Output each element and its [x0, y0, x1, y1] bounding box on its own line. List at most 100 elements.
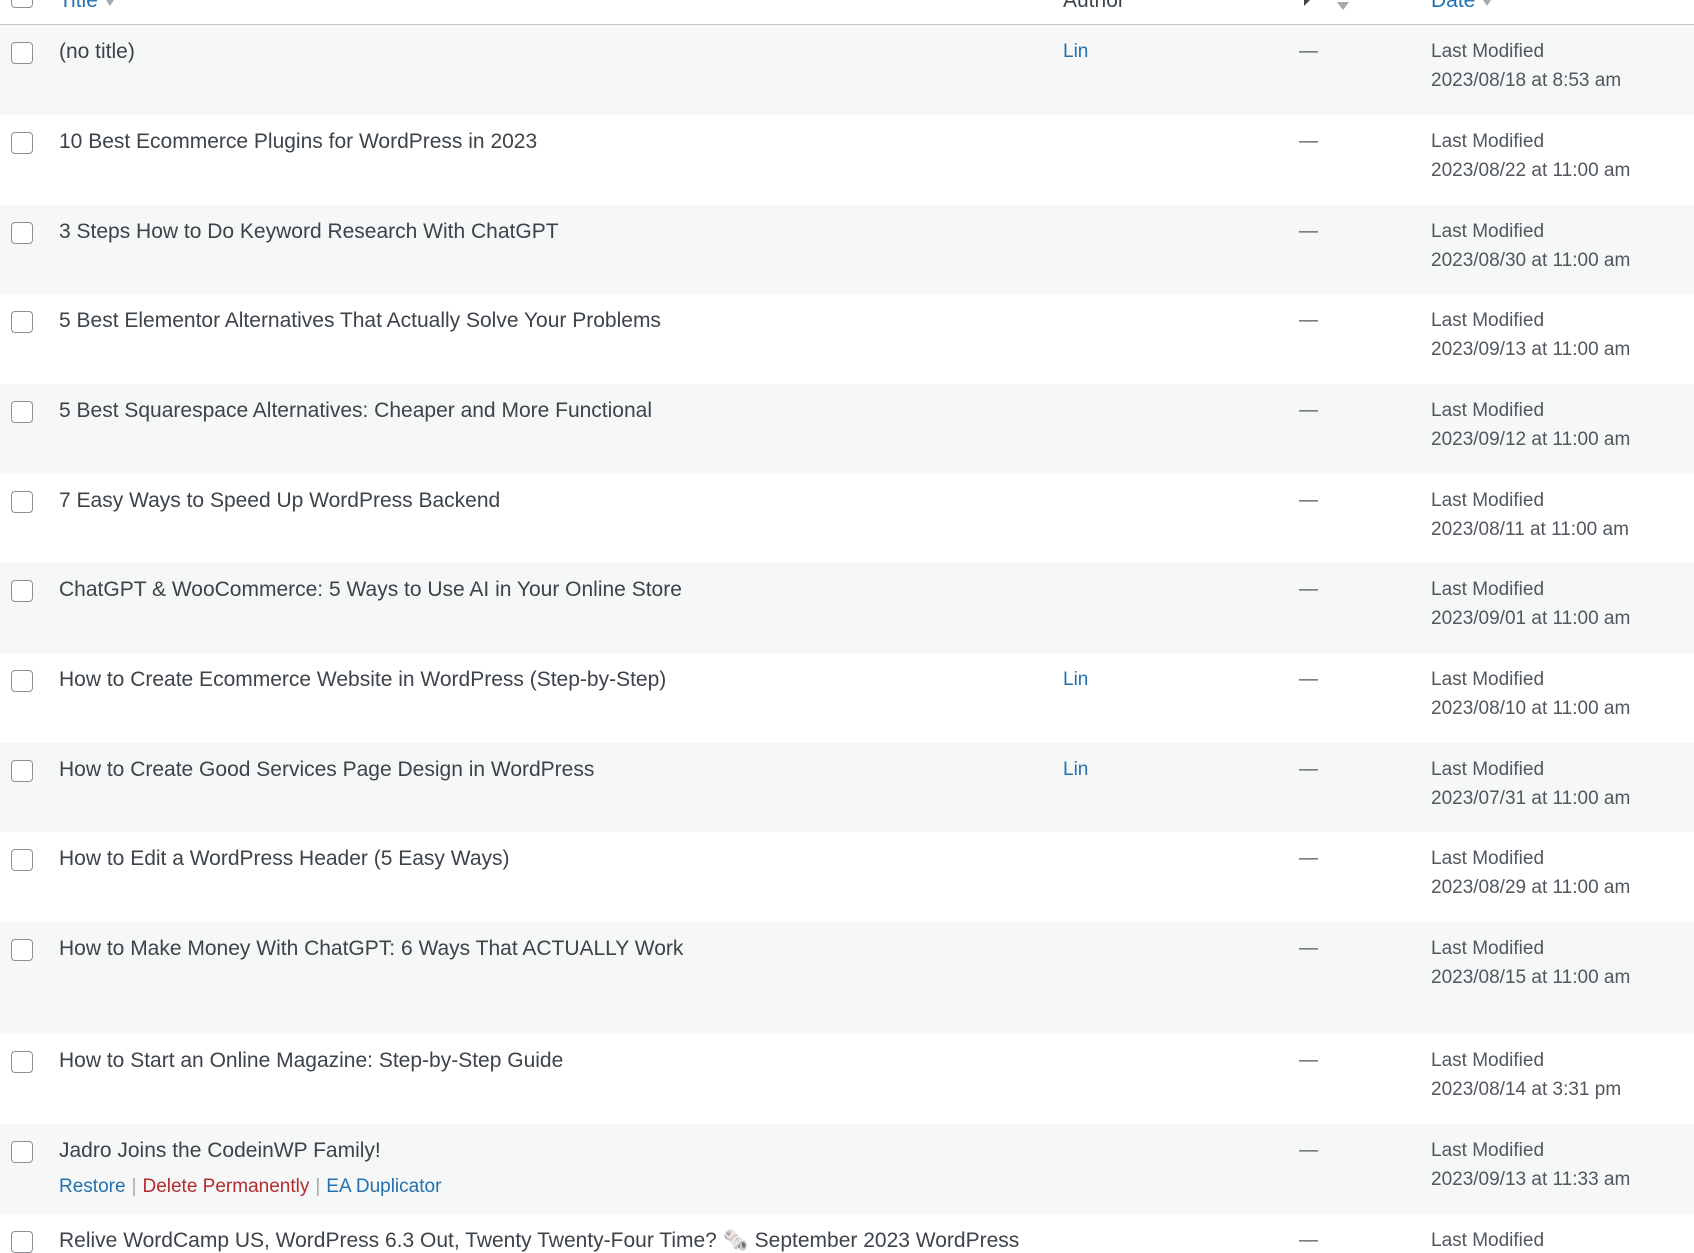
date-status: Last Modified: [1431, 759, 1545, 780]
date-status: Last Modified: [1431, 310, 1545, 331]
date-status: Last Modified: [1431, 221, 1545, 242]
table-row: How to Create Good Services Page Design …: [0, 743, 1694, 832]
row-checkbox[interactable]: [11, 670, 33, 692]
table-row: How to Make Money With ChatGPT: 6 Ways T…: [0, 922, 1694, 1034]
comments-count: —: [1299, 400, 1318, 421]
table-row: Relive WordCamp US, WordPress 6.3 Out, T…: [0, 1214, 1694, 1253]
title-column-header[interactable]: Title: [59, 0, 116, 13]
comments-count: —: [1299, 490, 1318, 511]
date-value: 2023/09/13 at 11:33 am: [1431, 1169, 1631, 1190]
posts-table: Title Author Date: [0, 0, 1694, 25]
comments-count: —: [1299, 1230, 1318, 1251]
date-sort-arrow-icon[interactable]: [1481, 0, 1494, 6]
date-status: Last Modified: [1431, 490, 1545, 511]
row-checkbox[interactable]: [11, 1051, 33, 1073]
table-row: 10 Best Ecommerce Plugins for WordPress …: [0, 115, 1694, 205]
row-checkbox[interactable]: [11, 760, 33, 782]
post-title-link[interactable]: (no title): [59, 40, 135, 64]
table-row: Jadro Joins the CodeinWP Family! Restore…: [0, 1124, 1694, 1214]
date-value: 2023/09/12 at 11:00 am: [1431, 429, 1631, 450]
table-row: (no title) Lin — Last Modified 2023/08/1…: [0, 25, 1694, 115]
row-checkbox[interactable]: [11, 939, 33, 961]
date-status: Last Modified: [1431, 938, 1545, 959]
restore-link[interactable]: Restore: [59, 1176, 126, 1197]
date-value: 2023/08/30 at 11:00 am: [1431, 250, 1631, 271]
comments-count: —: [1299, 310, 1318, 331]
table-row: How to Create Ecommerce Website in WordP…: [0, 653, 1694, 743]
date-value: 2023/08/11 at 11:00 am: [1431, 519, 1629, 540]
post-title-link[interactable]: 7 Easy Ways to Speed Up WordPress Backen…: [59, 489, 500, 513]
comments-count: —: [1299, 669, 1318, 690]
row-checkbox[interactable]: [11, 580, 33, 602]
sort-arrow-icon[interactable]: [103, 0, 116, 6]
post-title-link[interactable]: 3 Steps How to Do Keyword Research With …: [59, 220, 559, 244]
row-checkbox[interactable]: [11, 222, 33, 244]
date-status: Last Modified: [1431, 579, 1545, 600]
row-checkbox[interactable]: [11, 42, 33, 64]
table-row: 5 Best Squarespace Alternatives: Cheaper…: [0, 384, 1694, 474]
author-link[interactable]: Lin: [1063, 669, 1088, 691]
post-title-link[interactable]: 10 Best Ecommerce Plugins for WordPress …: [59, 130, 537, 154]
comments-count: —: [1299, 848, 1318, 869]
table-row: 3 Steps How to Do Keyword Research With …: [0, 205, 1694, 294]
row-checkbox[interactable]: [11, 1231, 33, 1253]
comments-count: —: [1299, 1050, 1318, 1071]
date-value: 2023/08/29 at 11:00 am: [1431, 877, 1631, 898]
date-value: 2023/08/18 at 8:53 am: [1431, 70, 1622, 91]
author-link[interactable]: Lin: [1063, 759, 1088, 781]
row-checkbox[interactable]: [11, 311, 33, 333]
row-checkbox[interactable]: [11, 849, 33, 871]
comments-count: —: [1299, 759, 1318, 780]
date-status: Last Modified: [1431, 1050, 1545, 1071]
date-value: 2023/09/01 at 11:00 am: [1431, 608, 1631, 629]
post-title-link[interactable]: How to Edit a WordPress Header (5 Easy W…: [59, 847, 510, 871]
comments-count: —: [1299, 221, 1318, 242]
comments-count: —: [1299, 1140, 1318, 1161]
comments-sort-arrow-icon[interactable]: [1336, 1, 1350, 11]
comments-count: —: [1299, 579, 1318, 600]
date-column-header[interactable]: Date: [1431, 0, 1494, 13]
date-value: 2023/08/14 at 3:31 pm: [1431, 1079, 1622, 1100]
date-status: Last Modified: [1431, 1230, 1545, 1251]
row-actions: Restore | Delete Permanently | EA Duplicator: [59, 1176, 441, 1198]
date-column-label[interactable]: Date: [1431, 0, 1475, 12]
action-separator: |: [315, 1176, 321, 1197]
date-status: Last Modified: [1431, 400, 1545, 421]
date-value: 2023/08/22 at 11:00 am: [1431, 160, 1631, 181]
comments-count: —: [1299, 41, 1318, 62]
table-row: 7 Easy Ways to Speed Up WordPress Backen…: [0, 474, 1694, 563]
row-checkbox[interactable]: [11, 491, 33, 513]
title-column-label[interactable]: Title: [59, 0, 98, 12]
row-checkbox[interactable]: [11, 1141, 33, 1163]
table-row: 5 Best Elementor Alternatives That Actua…: [0, 294, 1694, 384]
post-title-link[interactable]: Jadro Joins the CodeinWP Family!: [59, 1139, 381, 1163]
post-title-link[interactable]: How to Make Money With ChatGPT: 6 Ways T…: [59, 937, 683, 961]
post-title-link[interactable]: How to Create Ecommerce Website in WordP…: [59, 668, 666, 692]
date-status: Last Modified: [1431, 41, 1545, 62]
author-column-header: Author: [1063, 0, 1125, 12]
post-title-link[interactable]: How to Start an Online Magazine: Step-by…: [59, 1049, 563, 1073]
date-status: Last Modified: [1431, 848, 1545, 869]
delete-permanently-link[interactable]: Delete Permanently: [142, 1176, 309, 1197]
table-row: How to Start an Online Magazine: Step-by…: [0, 1034, 1694, 1124]
date-status: Last Modified: [1431, 669, 1545, 690]
row-checkbox[interactable]: [11, 132, 33, 154]
table-header: Title Author Date: [0, 0, 1694, 25]
select-all-checkbox[interactable]: [11, 0, 33, 8]
author-link[interactable]: Lin: [1063, 41, 1088, 63]
comment-bubble-icon[interactable]: [1300, 0, 1324, 8]
comments-count: —: [1299, 131, 1318, 152]
table-row: How to Edit a WordPress Header (5 Easy W…: [0, 832, 1694, 922]
date-value: 2023/08/10 at 11:00 am: [1431, 698, 1631, 719]
comments-count: —: [1299, 938, 1318, 959]
ea-duplicator-link[interactable]: EA Duplicator: [326, 1176, 441, 1197]
date-value: 2023/07/31 at 11:00 am: [1431, 788, 1631, 809]
post-title-link[interactable]: Relive WordCamp US, WordPress 6.3 Out, T…: [59, 1229, 1019, 1253]
post-title-link[interactable]: 5 Best Squarespace Alternatives: Cheaper…: [59, 399, 652, 423]
post-title-link[interactable]: How to Create Good Services Page Design …: [59, 758, 594, 782]
table-row: ChatGPT & WooCommerce: 5 Ways to Use AI …: [0, 563, 1694, 653]
row-checkbox[interactable]: [11, 401, 33, 423]
post-title-link[interactable]: 5 Best Elementor Alternatives That Actua…: [59, 309, 661, 333]
date-status: Last Modified: [1431, 1140, 1545, 1161]
post-title-link[interactable]: ChatGPT & WooCommerce: 5 Ways to Use AI …: [59, 578, 682, 602]
